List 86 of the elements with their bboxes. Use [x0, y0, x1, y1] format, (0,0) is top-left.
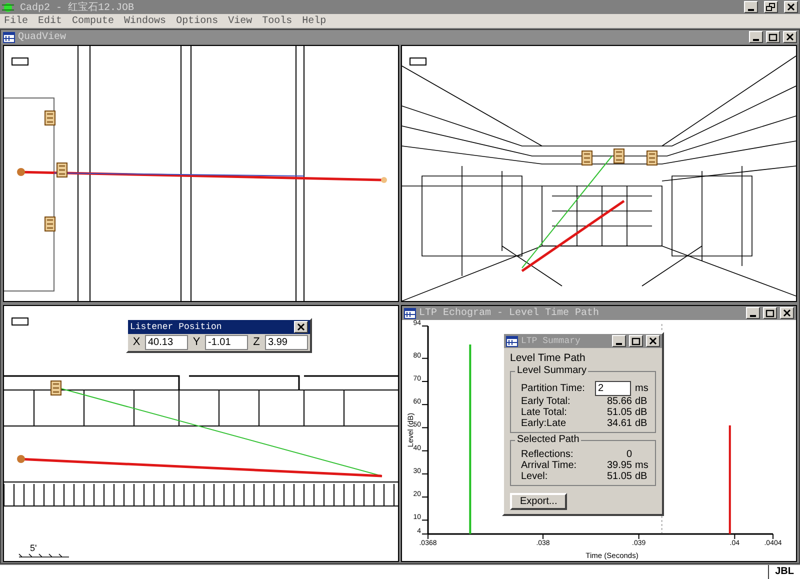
partition-time-field[interactable]: 2 — [595, 380, 631, 396]
field-value: 39.95 — [606, 460, 633, 471]
restore-button[interactable] — [764, 1, 778, 13]
window-icon — [3, 32, 15, 42]
speaker-icon — [44, 110, 56, 126]
coordinate-field[interactable]: 40.13 — [145, 335, 188, 350]
menu-item[interactable]: View — [228, 16, 252, 26]
coordinate-label: Z — [252, 335, 261, 350]
field-label: Arrival Time: — [521, 460, 578, 471]
menu-item[interactable]: Compute — [72, 16, 114, 26]
speaker-icon — [44, 216, 56, 232]
close-button[interactable] — [784, 1, 798, 13]
view-icon — [12, 318, 28, 326]
minimize-button[interactable] — [744, 1, 758, 13]
dialog-title: Listener Position — [130, 322, 222, 332]
scale-bar-icon — [18, 554, 70, 558]
menu-item[interactable]: Options — [176, 16, 218, 26]
unit-label: ms — [635, 382, 650, 394]
menu-item[interactable]: Edit — [38, 16, 62, 26]
menu-item[interactable]: Tools — [262, 16, 292, 26]
coordinate-field[interactable]: 3.99 — [265, 335, 308, 350]
bug-icon — [2, 2, 14, 12]
minimize-icon — [748, 9, 754, 11]
unit-label: dB — [635, 407, 648, 418]
maximize-button[interactable] — [766, 31, 780, 43]
close-icon — [785, 32, 795, 42]
maximize-button[interactable] — [629, 335, 643, 347]
menu-item[interactable]: Help — [302, 16, 326, 26]
field-value: 51.05 — [606, 407, 633, 418]
unit-label: ms — [635, 460, 650, 471]
minimize-icon — [753, 39, 759, 41]
coordinate-field[interactable]: -1.01 — [205, 335, 248, 350]
maximize-icon — [768, 32, 778, 42]
group-title: Level Summary — [515, 365, 588, 376]
speaker-icon — [50, 380, 62, 396]
minimize-icon — [750, 315, 756, 317]
window-title: Cadp2 - 红宝石12.JOB — [20, 0, 134, 14]
speaker-icon — [646, 150, 658, 166]
field-label: Reflections: — [521, 449, 574, 460]
coordinate-label: Y — [192, 335, 202, 350]
summary-heading: Level Time Path — [510, 352, 586, 364]
close-icon — [786, 2, 796, 12]
group-title: Selected Path — [515, 434, 582, 445]
menu-item[interactable]: Windows — [124, 16, 166, 26]
close-button[interactable] — [294, 321, 308, 333]
field-value: 51.05 — [606, 471, 633, 482]
speaker-icon — [56, 162, 68, 178]
close-icon — [782, 308, 792, 318]
close-icon — [296, 322, 306, 332]
field-value: 85.66 — [606, 396, 633, 407]
unit-label: dB — [635, 396, 648, 407]
minimize-icon — [616, 343, 622, 345]
maximize-icon — [631, 336, 641, 346]
view-icon — [410, 58, 426, 66]
status-text: JBL — [768, 565, 800, 579]
close-button[interactable] — [646, 335, 660, 347]
field-label: Early:Late — [521, 418, 568, 429]
menu-item[interactable]: File — [4, 16, 28, 26]
window-title: QuadView — [18, 32, 66, 42]
window-icon — [404, 308, 416, 318]
unit-label: dB — [635, 471, 648, 482]
unit-label: dB — [635, 418, 648, 429]
restore-icon — [766, 2, 776, 12]
field-label: Late Total: — [521, 407, 568, 418]
field-value: 34.61 — [606, 418, 633, 429]
dialog-title: LTP Summary — [521, 336, 580, 346]
window-title: LTP Echogram - Level Time Path — [419, 308, 600, 318]
speaker-icon — [582, 150, 592, 166]
speaker-icon — [614, 148, 624, 164]
close-button[interactable] — [783, 31, 797, 43]
field-label: Partition Time: — [521, 382, 586, 394]
minimize-button[interactable] — [612, 335, 626, 347]
close-icon — [648, 336, 658, 346]
scale-label: 5' — [30, 543, 37, 553]
view-icon — [12, 58, 28, 66]
minimize-button[interactable] — [749, 31, 763, 43]
maximize-icon — [765, 308, 775, 318]
close-button[interactable] — [780, 307, 794, 319]
minimize-button[interactable] — [746, 307, 760, 319]
field-label: Early Total: — [521, 396, 572, 407]
window-icon — [506, 336, 518, 346]
export-button[interactable]: Export... — [510, 493, 568, 510]
field-label: Level: — [521, 471, 549, 482]
field-value: 0 — [625, 449, 633, 460]
maximize-button[interactable] — [763, 307, 777, 319]
coordinate-label: X — [132, 335, 142, 350]
